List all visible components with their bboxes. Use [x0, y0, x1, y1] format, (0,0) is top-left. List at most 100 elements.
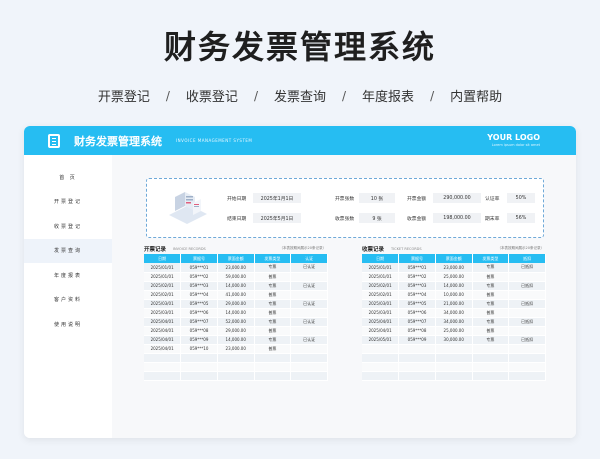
table-cell[interactable]: 2025/01/01	[362, 272, 400, 282]
table-cell[interactable]: 2025/04/01	[144, 326, 182, 336]
table-cell[interactable]: 2025/04/01	[144, 335, 182, 345]
table-row[interactable]: 2025/03/01 059***06 14,000.00 普票	[144, 308, 328, 318]
start-date-field[interactable]: 2025年1月1日	[253, 193, 301, 203]
table-cell[interactable]: 专票	[472, 263, 510, 273]
table-row[interactable]: 2025/04/01 059***07 34,000.00 专票 已抵扣	[362, 317, 546, 327]
table-cell[interactable]	[398, 353, 436, 363]
table-row[interactable]: 2025/04/01 059***08 25,000.00 普票	[362, 326, 546, 336]
table-row[interactable]: 2025/04/01 059***10 23,000.00 普票	[144, 344, 328, 354]
table-cell[interactable]	[472, 362, 510, 372]
table-cell[interactable]: 已抵扣	[508, 335, 546, 345]
table-cell[interactable]: 059***01	[398, 263, 436, 273]
table-cell[interactable]: 专票	[472, 299, 510, 309]
table-cell[interactable]	[254, 353, 292, 363]
table-row[interactable]: 2025/03/01 059***06 34,000.00 普票	[362, 308, 546, 318]
table-cell[interactable]: 29,000.00	[217, 299, 255, 309]
table-cell[interactable]: 2025/03/01	[144, 308, 182, 318]
nav-item-receive[interactable]: 收票登记	[182, 86, 242, 105]
table-cell[interactable]	[180, 371, 218, 381]
table-cell[interactable]: 专票	[254, 335, 292, 345]
column-header[interactable]: 票面金额	[217, 254, 255, 263]
column-header[interactable]: 日期	[362, 254, 400, 263]
sidebar-item-open[interactable]: 开票登记	[24, 190, 112, 215]
table-cell[interactable]: 2025/04/01	[362, 317, 400, 327]
table-cell[interactable]: 2025/02/01	[144, 281, 182, 291]
table-cell[interactable]	[290, 371, 328, 381]
table-cell[interactable]: 23,000.00	[217, 263, 255, 273]
table-cell[interactable]	[508, 362, 546, 372]
column-header[interactable]: 票据号	[180, 254, 218, 263]
table-cell[interactable]: 059***05	[398, 299, 436, 309]
table-cell[interactable]	[508, 344, 546, 354]
sidebar-item-receive[interactable]: 收票登记	[24, 214, 112, 239]
sidebar-item-report[interactable]: 年度报表	[24, 263, 112, 288]
table-cell[interactable]: 2025/04/01	[362, 326, 400, 336]
table-cell[interactable]: 2025/01/01	[144, 263, 182, 273]
table-row[interactable]: 2025/02/01 059***04 41,000.00 普票	[144, 290, 328, 300]
table-cell[interactable]: 30,000.00	[435, 335, 473, 345]
nav-item-help[interactable]: 内置帮助	[446, 86, 506, 105]
table-row[interactable]: 2025/04/01 059***07 52,000.00 专票 已认证	[144, 317, 328, 327]
table-cell[interactable]	[290, 344, 328, 354]
table-cell[interactable]: 2025/03/01	[362, 308, 400, 318]
table-cell[interactable]: 059***03	[180, 281, 218, 291]
sidebar-item-home[interactable]: 首 页	[24, 165, 112, 190]
table-cell[interactable]	[435, 371, 473, 381]
table-cell[interactable]: 普票	[254, 308, 292, 318]
table-cell[interactable]: 25,000.00	[435, 272, 473, 282]
table-cell[interactable]	[398, 371, 436, 381]
table-cell[interactable]: 专票	[472, 317, 510, 327]
table-row[interactable]	[144, 353, 328, 363]
table-cell[interactable]: 2025/02/01	[362, 281, 400, 291]
table-cell[interactable]: 普票	[254, 344, 292, 354]
table-cell[interactable]	[217, 371, 255, 381]
table-cell[interactable]: 普票	[254, 272, 292, 282]
column-header[interactable]: 发票类型	[254, 254, 292, 263]
table-row[interactable]: 2025/01/01 059***01 23,000.00 专票 已抵扣	[362, 263, 546, 273]
column-header[interactable]: 发票类型	[472, 254, 510, 263]
table-row[interactable]: 2025/01/01 059***02 59,000.00 普票	[144, 272, 328, 282]
table-row[interactable]	[144, 362, 328, 372]
column-header[interactable]: 票面金额	[435, 254, 473, 263]
sidebar-item-guide[interactable]: 使用说明	[24, 312, 112, 337]
sidebar-item-query[interactable]: 发票查询	[24, 238, 112, 263]
table-cell[interactable]: 059***07	[398, 317, 436, 327]
table-cell[interactable]	[508, 290, 546, 300]
table-cell[interactable]	[362, 362, 400, 372]
nav-item-report[interactable]: 年度报表	[358, 86, 418, 105]
table-cell[interactable]: 2025/01/01	[144, 272, 182, 282]
table-cell[interactable]	[290, 308, 328, 318]
table-row[interactable]	[362, 362, 546, 372]
table-cell[interactable]: 14,000.00	[217, 308, 255, 318]
table-cell[interactable]: 已抵扣	[508, 317, 546, 327]
table-cell[interactable]: 专票	[472, 281, 510, 291]
table-row[interactable]	[362, 371, 546, 381]
table-cell[interactable]	[362, 353, 400, 363]
column-header[interactable]: 票据号	[398, 254, 436, 263]
table-cell[interactable]: 专票	[254, 281, 292, 291]
table-cell[interactable]: 059***08	[180, 326, 218, 336]
table-cell[interactable]	[217, 353, 255, 363]
table-cell[interactable]	[508, 326, 546, 336]
table-cell[interactable]: 2025/04/01	[144, 344, 182, 354]
table-cell[interactable]: 普票	[472, 290, 510, 300]
table-cell[interactable]: 059***04	[180, 290, 218, 300]
table-cell[interactable]: 21,000.00	[435, 299, 473, 309]
table-cell[interactable]	[144, 371, 182, 381]
column-header[interactable]: 日期	[144, 254, 182, 263]
table-row[interactable]	[144, 371, 328, 381]
table-cell[interactable]: 专票	[254, 299, 292, 309]
column-header[interactable]: 抵扣	[508, 254, 546, 263]
table-cell[interactable]	[435, 353, 473, 363]
table-cell[interactable]	[435, 362, 473, 372]
table-cell[interactable]: 普票	[254, 326, 292, 336]
table-cell[interactable]	[144, 362, 182, 372]
table-cell[interactable]: 14,000.00	[435, 281, 473, 291]
table-cell[interactable]: 059***01	[180, 263, 218, 273]
end-date-field[interactable]: 2025年5月1日	[253, 213, 301, 223]
table-cell[interactable]: 专票	[472, 335, 510, 345]
table-cell[interactable]: 59,000.00	[217, 272, 255, 282]
table-cell[interactable]: 2025/01/01	[362, 263, 400, 273]
table-cell[interactable]	[217, 362, 255, 372]
table-row[interactable]: 2025/03/01 059***05 29,000.00 专票 已认证	[144, 299, 328, 309]
